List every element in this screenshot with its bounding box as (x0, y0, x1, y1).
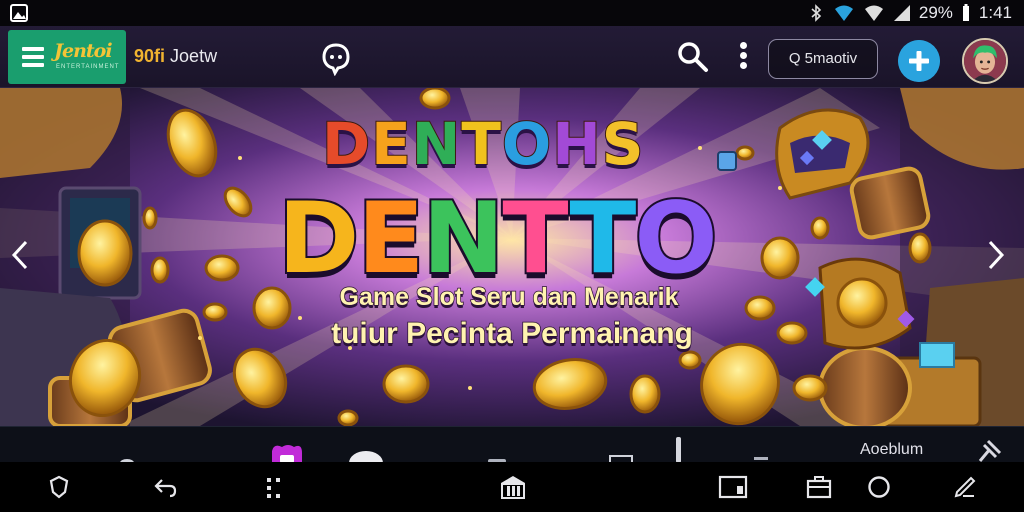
circle-icon[interactable] (866, 474, 892, 500)
cell-signal-icon (893, 5, 910, 21)
tab-label[interactable]: Aoeblum (860, 441, 923, 459)
banner-title-top-letter: H (551, 109, 602, 179)
shield-icon[interactable] (46, 474, 72, 500)
avatar[interactable] (962, 38, 1008, 84)
edit-icon[interactable] (952, 474, 978, 500)
banner-title-main-letter: D (276, 180, 361, 298)
banner-title-top-letter: T (460, 109, 502, 179)
battery-icon (962, 4, 969, 21)
banner-title-top-letter: O (501, 109, 553, 179)
store-icon[interactable] (498, 474, 528, 500)
banner-title-top-letter: S (601, 109, 645, 179)
banner-title-main-letter: E (355, 180, 426, 298)
banner-title-main-letter: T (500, 180, 573, 298)
system-nav-bar (0, 462, 1024, 512)
back-icon[interactable] (152, 474, 178, 500)
plus-icon[interactable] (898, 40, 940, 82)
menu-icon[interactable] (22, 47, 44, 67)
banner-title-main: DENTTO (276, 180, 720, 298)
chevron-right-icon[interactable] (980, 238, 1010, 272)
banner-title-top-letter: D (321, 109, 372, 179)
status-bar: 29% 1:41 (0, 0, 1024, 26)
search-icon[interactable] (676, 40, 710, 74)
clock: 1:41 (978, 3, 1012, 22)
brand-title: 90fi Joetw (134, 46, 217, 67)
banner-title-top-letter: N (411, 109, 462, 179)
banner-title-main-letter: O (632, 180, 719, 298)
profile-tab-icon[interactable] (348, 447, 384, 463)
banner-title-top: DENTOHS (321, 109, 645, 179)
more-icon[interactable] (730, 40, 756, 74)
logo-subtext: ENTERTAINMENT (56, 64, 120, 70)
tab-line-icon (754, 457, 768, 460)
wifi-icon (834, 5, 853, 21)
battery-text: 29% (918, 3, 953, 22)
chat-icon[interactable] (318, 40, 354, 76)
banner-title-main-letter: N (420, 180, 506, 298)
gallery-icon (10, 4, 28, 22)
app-header: Jentoi ENTERTAINMENT 90fi Joetw Q 5maoti… (0, 26, 1024, 88)
search-field[interactable]: Q 5maotiv (768, 39, 878, 79)
chevron-left-icon[interactable] (6, 238, 36, 272)
bluetooth-icon (811, 4, 822, 22)
bottom-tab-strip: Aoeblum (0, 426, 1024, 465)
window-icon[interactable] (718, 474, 748, 500)
brand-name: Joetw (170, 46, 218, 66)
apps-icon[interactable] (262, 474, 288, 500)
banner-title-top-letter: E (370, 109, 412, 179)
divider-icon (676, 437, 681, 463)
banner-tagline-1: Game Slot Seru dan Menarik (339, 282, 680, 312)
logo[interactable]: Jentoi ENTERTAINMENT (8, 30, 126, 84)
briefcase-icon[interactable] (806, 474, 832, 500)
banner-tagline-2: tuiur Pecinta Permainang (330, 316, 693, 351)
promo-banner[interactable]: DENTOHS DENTTO Game Slot Seru dan Menari… (0, 88, 1024, 426)
pin-icon[interactable] (974, 437, 1004, 463)
brand-number: 90fi (134, 46, 166, 66)
banner-title-main-letter: T (567, 180, 638, 298)
logo-text: Jentoi (54, 40, 113, 62)
signal-icon (864, 5, 883, 21)
